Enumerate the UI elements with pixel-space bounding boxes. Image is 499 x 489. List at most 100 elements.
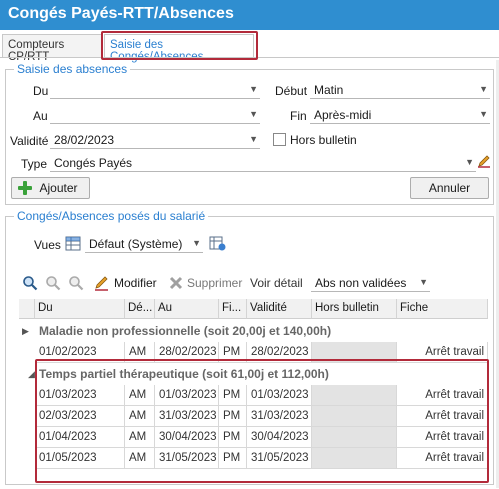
vues-label: Vues xyxy=(34,238,61,252)
cell-fin[interactable]: PM xyxy=(219,448,247,469)
cell-validite[interactable]: 01/03/2023 xyxy=(247,385,312,406)
hors-bulletin-checkbox[interactable] xyxy=(273,133,286,146)
au-input[interactable]: ▼ xyxy=(50,106,260,124)
window-title: Congés Payés-RTT/Absences xyxy=(0,0,499,30)
cell-debut[interactable]: AM xyxy=(125,385,155,406)
cell-validite[interactable]: 31/05/2023 xyxy=(247,448,312,469)
col-fin[interactable]: Fi... xyxy=(219,299,247,319)
validite-input[interactable]: 28/02/2023 ▼ xyxy=(50,131,260,149)
debut-value: Matin xyxy=(314,83,344,97)
table-view-icon xyxy=(65,236,81,251)
cell-fiche[interactable]: Arrêt travail xyxy=(397,385,488,406)
cell-hors-bulletin[interactable] xyxy=(312,448,397,469)
cell-au[interactable]: 01/03/2023 xyxy=(155,385,219,406)
chevron-down-icon: ▼ xyxy=(465,157,474,167)
tab-divider xyxy=(0,57,499,58)
cell-du[interactable]: 01/02/2023 xyxy=(35,342,125,363)
cell-fin[interactable]: PM xyxy=(219,427,247,448)
tab-compteurs[interactable]: Compteurs CP/RTT xyxy=(2,34,103,63)
chevron-down-icon: ▼ xyxy=(479,84,488,94)
col-fiche[interactable]: Fiche xyxy=(397,299,488,319)
col-du[interactable]: Du xyxy=(35,299,125,319)
cell-hors-bulletin[interactable] xyxy=(312,385,397,406)
tab-saisie[interactable]: Saisie des Congés/Absences xyxy=(104,34,254,63)
filter-select[interactable]: Abs non validées ▼ xyxy=(311,274,430,292)
cell-au[interactable]: 28/02/2023 xyxy=(155,342,219,363)
absences-grid: Du Dé... Au Fi... Validité Hors bulletin… xyxy=(19,299,488,479)
hors-bulletin-label: Hors bulletin xyxy=(290,133,357,147)
cell-au[interactable]: 31/05/2023 xyxy=(155,448,219,469)
type-value: Congés Payés xyxy=(54,156,133,170)
col-debut[interactable]: Dé... xyxy=(125,299,155,319)
au-label: Au xyxy=(33,109,48,123)
cell-validite[interactable]: 30/04/2023 xyxy=(247,427,312,448)
validite-label: Validité xyxy=(10,134,49,148)
col-au[interactable]: Au xyxy=(155,299,219,319)
cell-hors-bulletin[interactable] xyxy=(312,406,397,427)
vues-value: Défaut (Système) xyxy=(89,237,183,251)
cell-debut[interactable]: AM xyxy=(125,427,155,448)
cell-hors-bulletin[interactable] xyxy=(312,427,397,448)
cell-validite[interactable]: 31/03/2023 xyxy=(247,406,312,427)
group-header-maladie[interactable]: Maladie non professionnelle (soit 20,00j… xyxy=(39,320,331,342)
type-input[interactable]: Congés Payés ▼ xyxy=(50,154,476,172)
grid-header-expander xyxy=(19,299,35,319)
chevron-down-icon: ▼ xyxy=(249,109,258,119)
search-icon[interactable] xyxy=(22,275,38,291)
annuler-label: Annuler xyxy=(428,181,471,195)
cell-du[interactable]: 01/05/2023 xyxy=(35,448,125,469)
zoom-in-icon xyxy=(46,276,61,291)
cell-fiche[interactable]: Arrêt travail xyxy=(397,342,488,363)
cell-du[interactable]: 02/03/2023 xyxy=(35,406,125,427)
saisie-legend: Saisie des absences xyxy=(17,62,128,76)
cell-fin[interactable]: PM xyxy=(219,406,247,427)
cell-fiche[interactable]: Arrêt travail xyxy=(397,427,488,448)
annuler-button[interactable]: Annuler xyxy=(410,177,489,199)
cell-fin[interactable]: PM xyxy=(219,342,247,363)
filter-value: Abs non validées xyxy=(315,276,407,290)
cell-debut[interactable]: AM xyxy=(125,448,155,469)
cell-fin[interactable]: PM xyxy=(219,385,247,406)
modifier-button[interactable]: Modifier xyxy=(114,276,157,290)
ajouter-button[interactable]: Ajouter xyxy=(11,177,90,199)
chevron-down-icon: ▼ xyxy=(249,134,258,144)
fin-label: Fin xyxy=(290,109,307,123)
collapse-arrow-icon[interactable]: ◢ xyxy=(28,363,35,385)
cell-debut[interactable]: AM xyxy=(125,342,155,363)
zoom-out-icon xyxy=(69,276,84,291)
supprimer-button[interactable]: Supprimer xyxy=(187,276,242,290)
voir-detail-button[interactable]: Voir détail xyxy=(250,276,303,290)
expand-arrow-icon[interactable]: ▶ xyxy=(22,320,29,342)
poses-legend: Congés/Absences posés du salarié xyxy=(17,209,206,223)
debut-label: Début xyxy=(275,84,308,98)
tab-strip: Compteurs CP/RTT Saisie des Congés/Absen… xyxy=(0,30,499,63)
debut-select[interactable]: Matin ▼ xyxy=(310,81,490,99)
cell-hors-bulletin[interactable] xyxy=(312,342,397,363)
col-validite[interactable]: Validité xyxy=(247,299,312,319)
du-label: Du xyxy=(33,84,49,98)
group-header-temps-partiel[interactable]: Temps partiel thérapeutique (soit 61,00j… xyxy=(39,363,329,385)
fin-value: Après-midi xyxy=(314,108,372,122)
cell-au[interactable]: 30/04/2023 xyxy=(155,427,219,448)
delete-x-icon xyxy=(169,276,183,290)
cell-validite[interactable]: 28/02/2023 xyxy=(247,342,312,363)
cell-fiche[interactable]: Arrêt travail xyxy=(397,406,488,427)
pencil-icon[interactable] xyxy=(477,154,491,168)
col-hors-bulletin[interactable]: Hors bulletin xyxy=(312,299,397,319)
cell-du[interactable]: 01/04/2023 xyxy=(35,427,125,448)
chevron-down-icon: ▼ xyxy=(419,277,428,287)
cell-au[interactable]: 31/03/2023 xyxy=(155,406,219,427)
table-settings-icon[interactable] xyxy=(209,236,227,252)
edit-pencil-icon xyxy=(95,276,108,291)
vues-select[interactable]: Défaut (Système) ▼ xyxy=(85,235,203,253)
plus-icon xyxy=(17,180,33,196)
cell-debut[interactable]: AM xyxy=(125,406,155,427)
chevron-down-icon: ▼ xyxy=(249,84,258,94)
du-input[interactable]: ▼ xyxy=(50,81,260,99)
ajouter-label: Ajouter xyxy=(39,181,78,195)
cell-du[interactable]: 01/03/2023 xyxy=(35,385,125,406)
chevron-down-icon: ▼ xyxy=(192,238,201,248)
fin-select[interactable]: Après-midi ▼ xyxy=(310,106,490,124)
cell-fiche[interactable]: Arrêt travail xyxy=(397,448,488,469)
type-label: Type xyxy=(21,157,48,171)
